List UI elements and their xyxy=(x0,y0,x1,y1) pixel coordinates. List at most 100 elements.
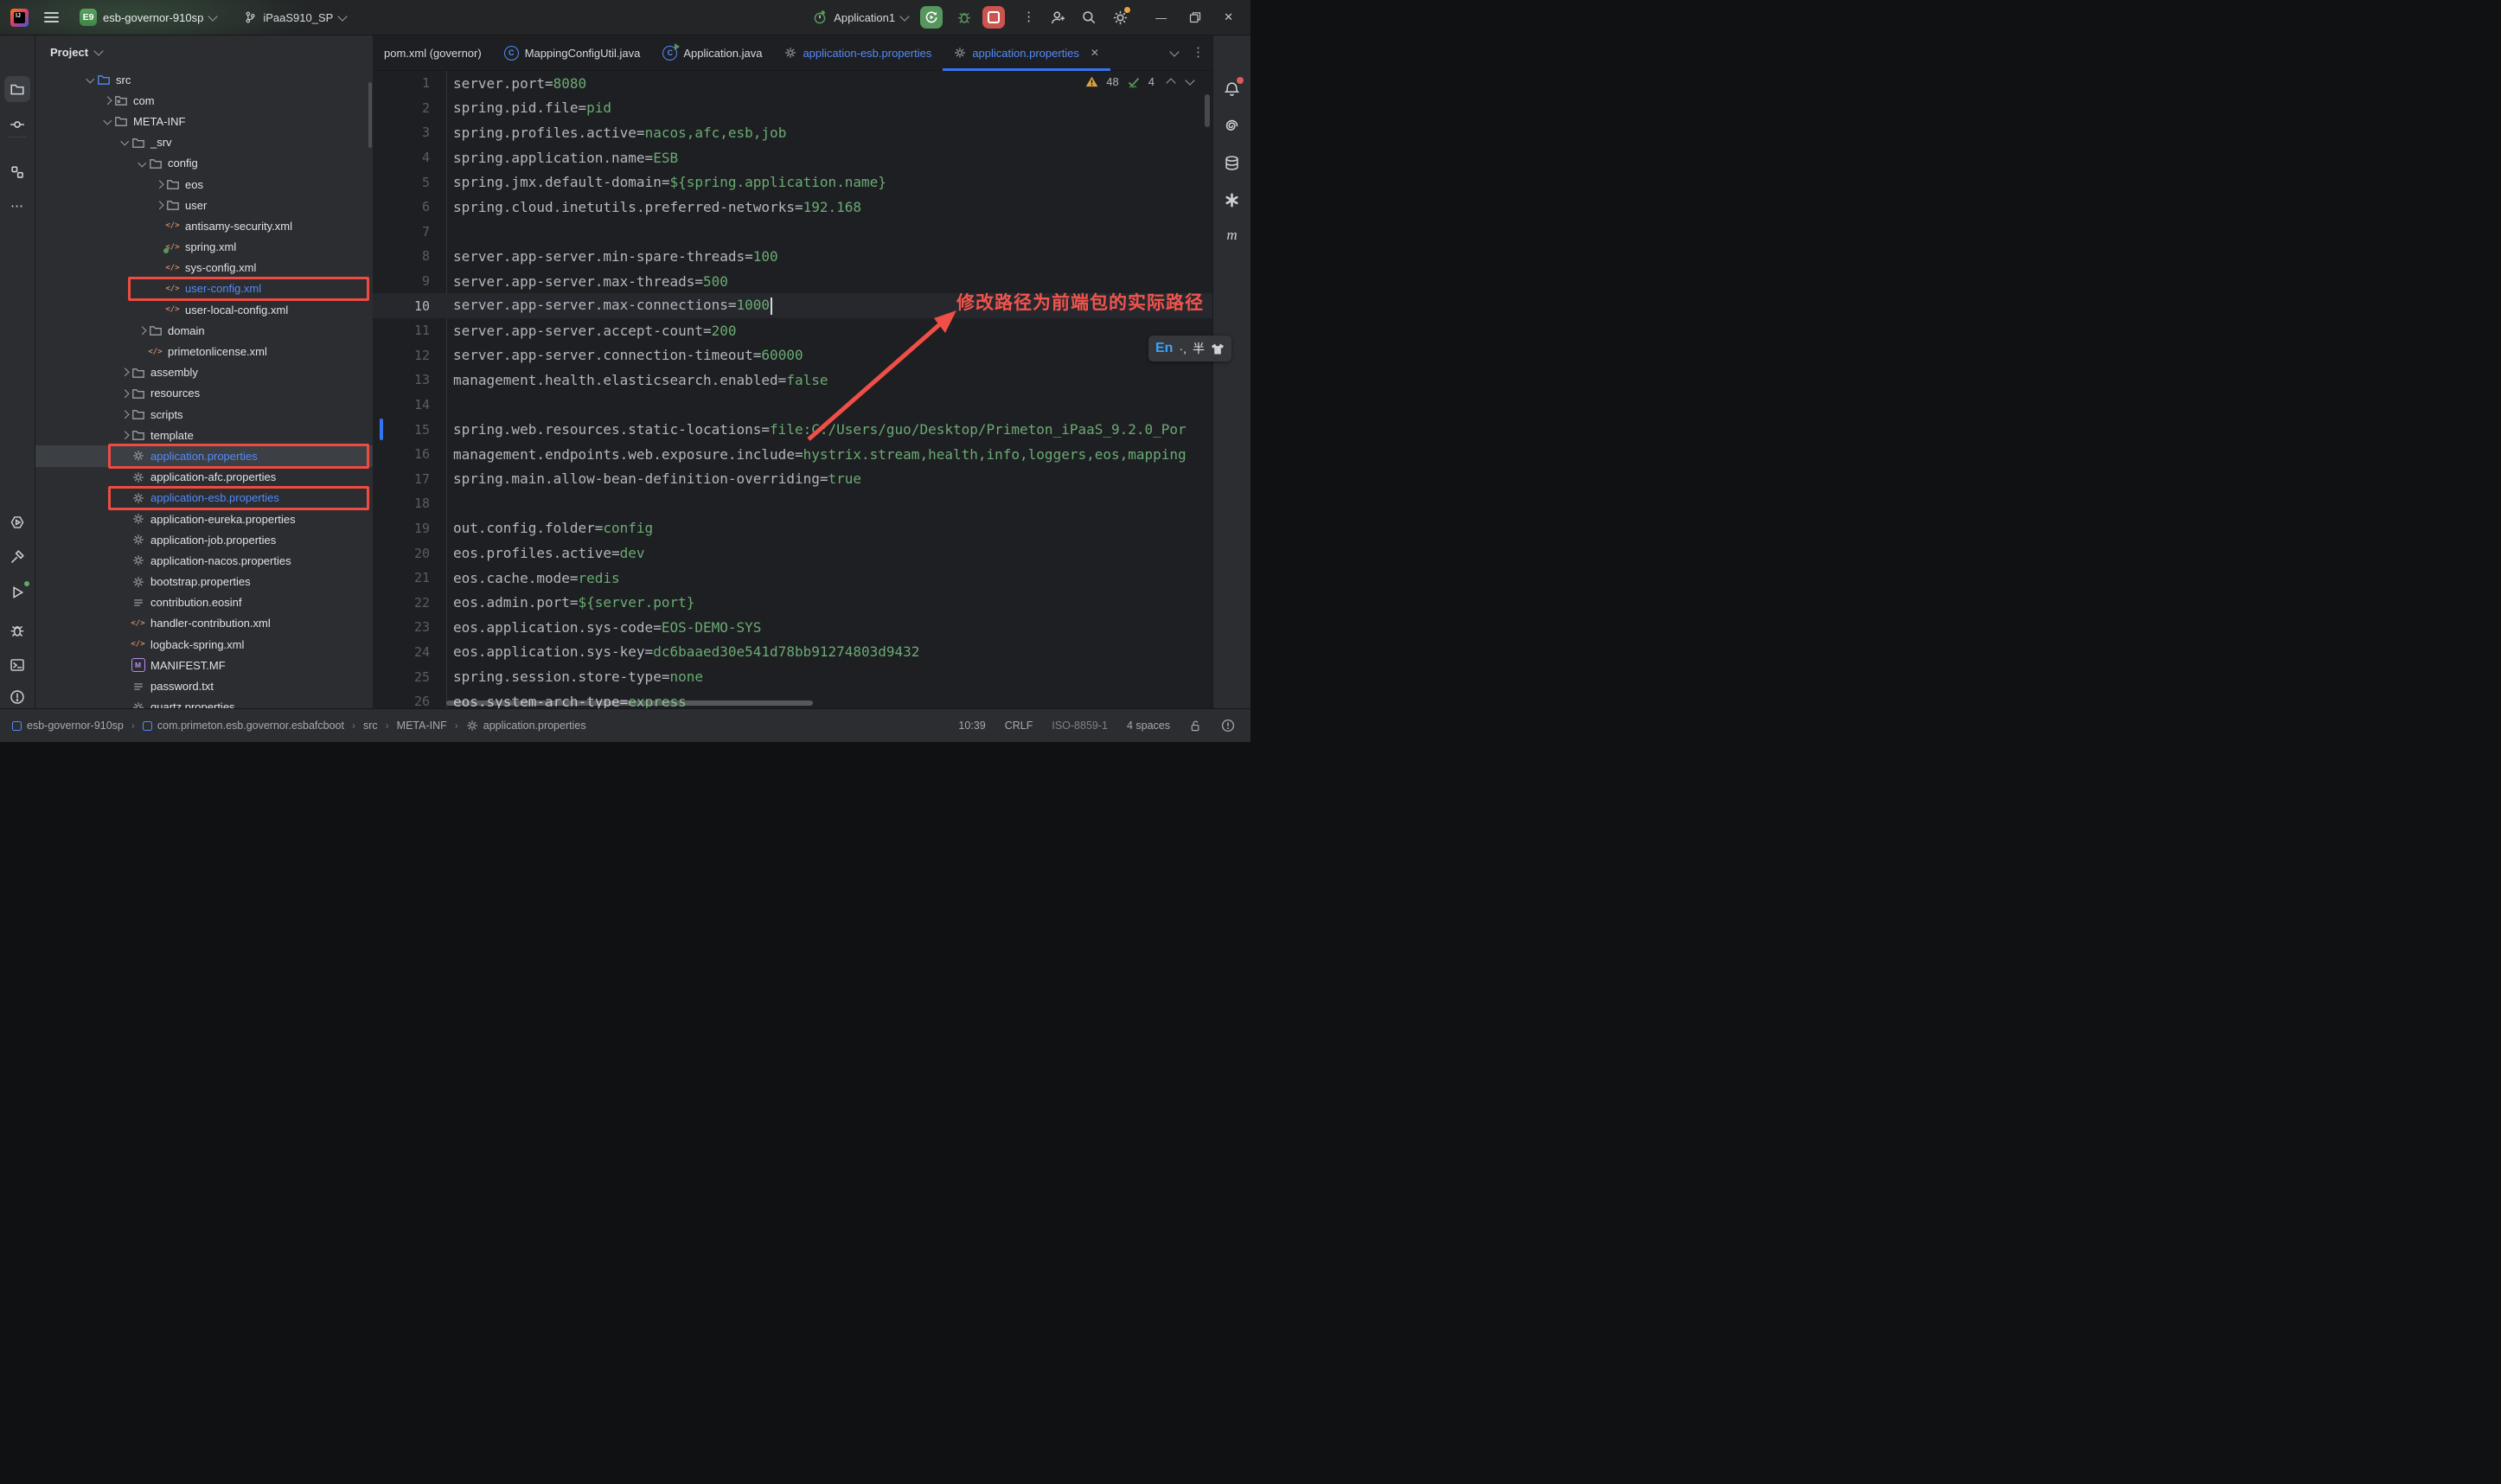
chevron-collapsed-icon[interactable] xyxy=(155,180,163,188)
tree-item-contribution.eosinf[interactable]: contribution.eosinf xyxy=(35,592,373,613)
chevron-collapsed-icon[interactable] xyxy=(120,432,128,439)
tab-list-chevron-icon[interactable] xyxy=(1169,47,1179,56)
file-encoding[interactable]: ISO-8859-1 xyxy=(1052,720,1108,732)
tree-item-logback-spring.xml[interactable]: </>logback-spring.xml xyxy=(35,634,373,655)
editor-tab-pom.xmlgovernor[interactable]: pom.xml (governor) xyxy=(373,35,493,70)
tree-item-resources[interactable]: resources xyxy=(35,383,373,404)
tree-item-_srv[interactable]: _srv xyxy=(35,132,373,153)
tool-button-commit[interactable] xyxy=(4,112,30,138)
line-ending[interactable]: CRLF xyxy=(1005,720,1033,732)
stop-button[interactable] xyxy=(982,6,1005,29)
tree-item-application-esb.properties[interactable]: application-esb.properties xyxy=(35,488,373,509)
settings-button[interactable] xyxy=(1110,8,1129,27)
code-with-me-button[interactable] xyxy=(1048,8,1067,27)
code-line-21[interactable]: 21eos.cache.mode=redis xyxy=(373,566,1212,591)
code-line-22[interactable]: 22eos.admin.port=${server.port} xyxy=(373,590,1212,615)
chevron-collapsed-icon[interactable] xyxy=(155,201,163,209)
tool-button-plugin-knot[interactable] xyxy=(1219,187,1245,213)
tree-item-user-local-config.xml[interactable]: </>user-local-config.xml xyxy=(35,299,373,320)
tree-item-application-afc.properties[interactable]: application-afc.properties xyxy=(35,467,373,488)
editor-tab-application-esb.properties[interactable]: application-esb.properties xyxy=(773,35,943,70)
indent-setting[interactable]: 4 spaces xyxy=(1127,720,1170,732)
close-icon[interactable]: ✕ xyxy=(1091,47,1099,59)
tree-item-application.properties[interactable]: application.properties xyxy=(35,445,373,466)
tree-item-bootstrap.properties[interactable]: bootstrap.properties xyxy=(35,572,373,592)
code-line-18[interactable]: 18 xyxy=(373,491,1212,516)
notifications-status-button[interactable] xyxy=(1221,719,1235,732)
tool-button-more[interactable]: ⋯ xyxy=(4,193,30,219)
chevron-collapsed-icon[interactable] xyxy=(120,368,128,376)
chevron-collapsed-icon[interactable] xyxy=(120,389,128,397)
code-line-14[interactable]: 14 xyxy=(373,393,1212,418)
tree-item-user-config.xml[interactable]: </>user-config.xml xyxy=(35,278,373,299)
main-menu-button[interactable] xyxy=(44,12,59,22)
code-line-19[interactable]: 19out.config.folder=config xyxy=(373,516,1212,541)
editor-body[interactable]: 1server.port=80802spring.pid.file=pid3sp… xyxy=(373,71,1212,708)
vcs-branch-widget[interactable]: iPaaS910_SP xyxy=(244,10,346,24)
tree-item-MANIFEST.MF[interactable]: MMANIFEST.MF xyxy=(35,655,373,675)
tree-item-template[interactable]: template xyxy=(35,425,373,445)
project-widget[interactable]: E9 esb-governor-910sp xyxy=(80,9,216,26)
inspection-widget[interactable]: 48 4 xyxy=(1085,75,1193,88)
tree-item-antisamy-security.xml[interactable]: </>antisamy-security.xml xyxy=(35,215,373,236)
code-line-4[interactable]: 4spring.application.name=ESB xyxy=(373,145,1212,170)
breadcrumb-item[interactable]: application.properties xyxy=(466,720,586,732)
tree-item-domain[interactable]: domain xyxy=(35,320,373,341)
tree-item-user[interactable]: user xyxy=(35,195,373,215)
breadcrumb-item[interactable]: META-INF xyxy=(397,720,447,732)
tool-button-debug[interactable] xyxy=(4,617,30,643)
previous-problem-button[interactable] xyxy=(1166,78,1175,87)
tree-item-src[interactable]: src xyxy=(35,69,373,90)
next-problem-button[interactable] xyxy=(1185,75,1194,85)
file-lock-toggle[interactable] xyxy=(1189,720,1202,732)
tree-item-sys-config.xml[interactable]: </>sys-config.xml xyxy=(35,258,373,278)
tool-button-terminal[interactable] xyxy=(4,652,30,678)
tree-item-quartz.properties[interactable]: quartz.properties xyxy=(35,697,373,708)
window-close-button[interactable]: ✕ xyxy=(1224,10,1233,24)
tab-options-icon[interactable]: ⋮ xyxy=(1192,50,1200,55)
ime-indicator[interactable]: En ·, 半 xyxy=(1148,336,1231,361)
breadcrumb-item[interactable]: src xyxy=(363,720,378,732)
more-actions-button[interactable]: ⋮ xyxy=(1017,8,1036,27)
chevron-expanded-icon[interactable] xyxy=(103,117,111,125)
tree-item-config[interactable]: config xyxy=(35,153,373,174)
code-line-7[interactable]: 7 xyxy=(373,220,1212,245)
tree-item-eos[interactable]: eos xyxy=(35,174,373,195)
code-line-12[interactable]: 12server.app-server.connection-timeout=6… xyxy=(373,343,1212,368)
debug-button[interactable] xyxy=(955,8,974,27)
rerun-button[interactable] xyxy=(920,6,943,29)
breadcrumb-item[interactable]: esb-governor-910sp xyxy=(12,720,124,732)
code-line-16[interactable]: 16management.endpoints.web.exposure.incl… xyxy=(373,442,1212,467)
tree-item-spring.xml[interactable]: </>spring.xml xyxy=(35,237,373,258)
tool-button-ai-assistant[interactable] xyxy=(1219,112,1245,138)
chevron-collapsed-icon[interactable] xyxy=(138,327,145,335)
code-line-20[interactable]: 20eos.profiles.active=dev xyxy=(373,541,1212,566)
editor-vertical-scrollbar[interactable] xyxy=(1205,94,1210,127)
tool-button-services[interactable] xyxy=(4,509,30,535)
tree-item-assembly[interactable]: assembly xyxy=(35,362,373,383)
code-line-6[interactable]: 6spring.cloud.inetutils.preferred-networ… xyxy=(373,195,1212,220)
tool-button-run[interactable] xyxy=(4,579,30,605)
tree-item-META-INF[interactable]: META-INF xyxy=(35,111,373,131)
code-line-11[interactable]: 11server.app-server.accept-count=200 xyxy=(373,318,1212,343)
code-line-8[interactable]: 8server.app-server.min-spare-threads=100 xyxy=(373,244,1212,269)
code-line-13[interactable]: 13management.health.elasticsearch.enable… xyxy=(373,368,1212,393)
project-tree-scrollbar[interactable] xyxy=(368,82,372,148)
breadcrumb-item[interactable]: com.primeton.esb.governor.esbafcboot xyxy=(143,720,344,732)
code-line-5[interactable]: 5spring.jmx.default-domain=${spring.appl… xyxy=(373,170,1212,195)
tree-item-password.txt[interactable]: password.txt xyxy=(35,675,373,696)
code-line-23[interactable]: 23eos.application.sys-code=EOS-DEMO-SYS xyxy=(373,615,1212,640)
tool-button-maven[interactable]: m xyxy=(1219,222,1245,248)
tree-item-com[interactable]: com xyxy=(35,90,373,111)
project-panel-header[interactable]: Project xyxy=(35,35,373,69)
search-everywhere-button[interactable] xyxy=(1079,8,1098,27)
tree-item-application-eureka.properties[interactable]: application-eureka.properties xyxy=(35,509,373,529)
chevron-expanded-icon[interactable] xyxy=(86,74,93,82)
code-line-24[interactable]: 24eos.application.sys-key=dc6baaed30e541… xyxy=(373,640,1212,665)
tool-button-notifications[interactable] xyxy=(1219,76,1245,102)
tool-button-project-folder[interactable] xyxy=(4,76,30,102)
window-minimize-button[interactable]: — xyxy=(1155,11,1167,24)
code-line-15[interactable]: 15spring.web.resources.static-locations=… xyxy=(373,417,1212,442)
chevron-expanded-icon[interactable] xyxy=(138,158,145,166)
editor-horizontal-scrollbar[interactable] xyxy=(446,700,813,706)
